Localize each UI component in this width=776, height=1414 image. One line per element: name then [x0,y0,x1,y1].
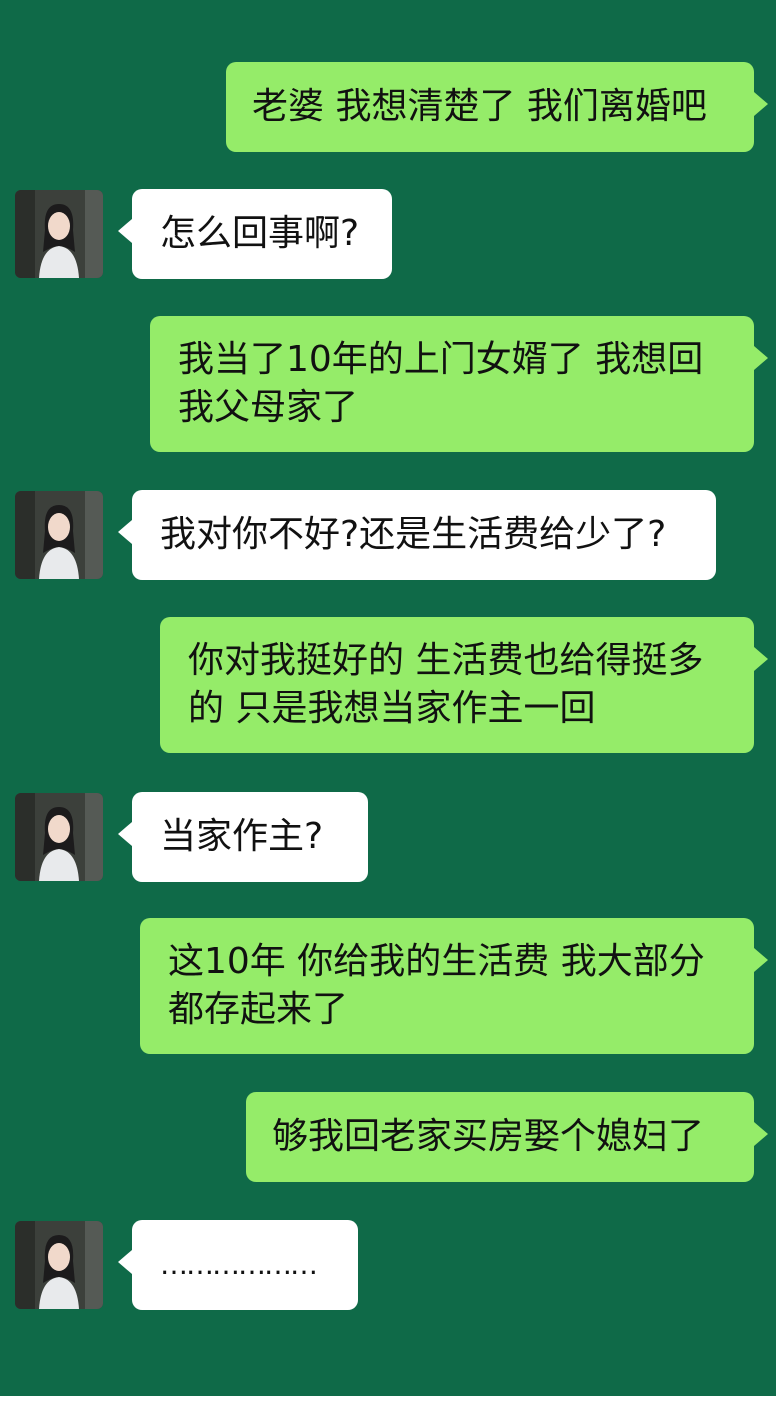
received-message-bubble[interactable]: ……………… [118,1220,358,1310]
sent-message-bubble[interactable]: 够我回老家买房娶个媳妇了 [246,1092,768,1182]
avatar-photo-icon [15,793,103,881]
sent-message-bubble[interactable]: 老婆 我想清楚了 我们离婚吧 [226,62,768,152]
chat-area: 老婆 我想清楚了 我们离婚吧 怎么回事啊? 我当了10年的上门女婿了 我想回 我… [0,0,776,1396]
avatar-photo-icon [15,1221,103,1309]
avatar-photo-icon [15,491,103,579]
contact-avatar[interactable] [15,491,103,579]
sent-message-bubble[interactable]: 你对我挺好的 生活费也给得挺多 的 只是我想当家作主一回 [160,617,768,753]
contact-avatar[interactable] [15,793,103,881]
avatar-photo-icon [15,190,103,278]
contact-avatar[interactable] [15,1221,103,1309]
received-message-bubble[interactable]: 当家作主? [118,792,368,882]
received-message-bubble[interactable]: 怎么回事啊? [118,189,392,279]
contact-avatar[interactable] [15,190,103,278]
received-message-bubble[interactable]: 我对你不好?还是生活费给少了? [118,490,716,580]
sent-message-bubble[interactable]: 这10年 你给我的生活费 我大部分 都存起来了 [140,918,768,1054]
sent-message-bubble[interactable]: 我当了10年的上门女婿了 我想回 我父母家了 [150,316,768,452]
